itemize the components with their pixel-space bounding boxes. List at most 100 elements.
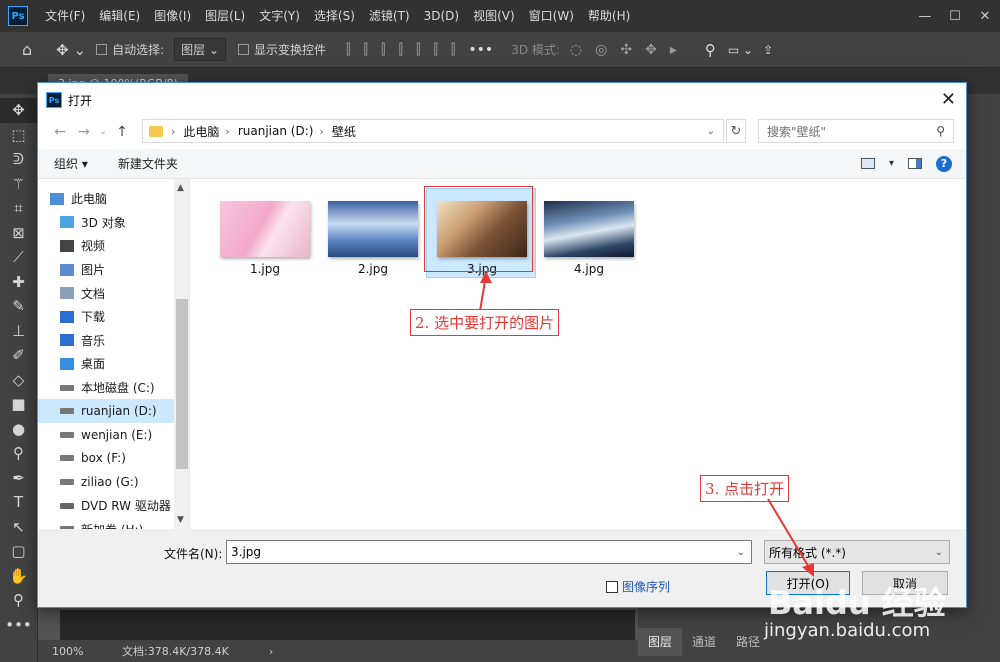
marquee-tool-icon[interactable]: ⬚ bbox=[0, 123, 37, 148]
nav-item[interactable]: 音乐 bbox=[60, 329, 189, 353]
hand-tool-icon[interactable]: ✋ bbox=[0, 564, 37, 589]
align-bottom-icon[interactable]: ⫿ bbox=[451, 42, 455, 58]
breadcrumb-this-pc[interactable]: 此电脑 bbox=[183, 123, 219, 140]
type-tool-icon[interactable]: T bbox=[0, 490, 37, 515]
scrollbar-thumb[interactable] bbox=[176, 299, 188, 469]
dialog-close-icon[interactable]: ✕ bbox=[941, 89, 956, 110]
address-bar[interactable]: › 此电脑 › ruanjian (D:) › 壁纸 ⌄ bbox=[142, 119, 724, 143]
eraser-icon[interactable]: ◇ bbox=[0, 368, 37, 393]
history-brush-icon[interactable]: ✐ bbox=[0, 343, 37, 368]
align-center-icon[interactable]: ⫿ bbox=[364, 42, 368, 58]
3d-roll-icon[interactable]: ◎ bbox=[595, 42, 607, 58]
menu-file[interactable]: 文件(F) bbox=[38, 0, 92, 32]
nav-item[interactable]: 桌面 bbox=[60, 352, 189, 376]
distribute-icon[interactable]: ⫿ bbox=[398, 42, 402, 58]
tab-channels[interactable]: 通道 bbox=[682, 628, 726, 656]
3d-slide-icon[interactable]: ✥ bbox=[645, 42, 657, 58]
filename-input[interactable]: 3.jpg ⌄ bbox=[226, 540, 752, 564]
menu-window[interactable]: 窗口(W) bbox=[522, 0, 581, 32]
minimize-icon[interactable]: — bbox=[910, 0, 940, 32]
up-icon[interactable]: ↑ bbox=[110, 124, 134, 140]
tab-layers[interactable]: 图层 bbox=[638, 628, 683, 656]
dodge-tool-icon[interactable]: ⚲ bbox=[0, 441, 37, 466]
menu-type[interactable]: 文字(Y) bbox=[252, 0, 307, 32]
nav-item[interactable]: ruanjian (D:) bbox=[38, 399, 189, 423]
path-select-icon[interactable]: ↖ bbox=[0, 515, 37, 540]
layer-select[interactable]: 图层 ⌄ bbox=[174, 38, 226, 61]
magic-wand-icon[interactable]: ⚚ bbox=[0, 172, 37, 197]
help-icon[interactable]: ? bbox=[936, 155, 952, 172]
eyedropper-icon[interactable]: ⟋ bbox=[0, 245, 37, 270]
chevron-down-icon[interactable]: ⌄ bbox=[737, 547, 745, 558]
menu-edit[interactable]: 编辑(E) bbox=[92, 0, 147, 32]
align-right-icon[interactable]: ⫿ bbox=[381, 42, 385, 58]
chevron-right-icon[interactable]: › bbox=[225, 125, 229, 138]
back-icon[interactable]: ← bbox=[48, 124, 72, 140]
blur-tool-icon[interactable]: ● bbox=[0, 417, 37, 442]
move-tool-icon[interactable]: ✥ bbox=[0, 98, 37, 123]
menu-help[interactable]: 帮助(H) bbox=[581, 0, 637, 32]
nav-item[interactable]: 此电脑 bbox=[50, 187, 189, 211]
nav-item[interactable]: 本地磁盘 (C:) bbox=[60, 376, 189, 400]
search-input[interactable]: 搜索"壁纸" ⚲ bbox=[758, 119, 954, 143]
search-icon[interactable]: ⚲ bbox=[705, 41, 716, 59]
chevron-right-icon[interactable]: › bbox=[171, 125, 175, 138]
menu-filter[interactable]: 滤镜(T) bbox=[362, 0, 417, 32]
chevron-down-icon[interactable]: ⌄ bbox=[707, 126, 715, 137]
nav-item[interactable]: wenjian (E:) bbox=[60, 423, 189, 447]
move-tool-icon[interactable]: ✥ ⌄ bbox=[56, 41, 86, 59]
file-item-1[interactable]: 1.jpg bbox=[210, 189, 320, 279]
image-sequence-checkbox[interactable]: 图像序列 bbox=[606, 578, 670, 595]
show-transform-checkbox[interactable]: 显示变换控件 bbox=[238, 41, 326, 58]
crop-tool-icon[interactable]: ⌗ bbox=[0, 196, 37, 221]
3d-video-icon[interactable]: ▸ bbox=[670, 42, 677, 58]
menu-image[interactable]: 图像(I) bbox=[147, 0, 198, 32]
nav-item[interactable]: DVD RW 驱动器 bbox=[60, 494, 189, 518]
align-middle-icon[interactable]: ⫿ bbox=[433, 42, 437, 58]
auto-select-checkbox[interactable]: 自动选择: bbox=[96, 41, 164, 58]
file-item-4[interactable]: 4.jpg bbox=[534, 189, 644, 279]
organize-button[interactable]: 组织 ▾ bbox=[54, 155, 88, 172]
view-dropdown-icon[interactable]: ▾ bbox=[889, 158, 894, 169]
nav-item[interactable]: 新加卷 (H:) bbox=[60, 517, 189, 529]
3d-rotate-icon[interactable]: ◌ bbox=[570, 42, 582, 58]
3d-pan-icon[interactable]: ✣ bbox=[620, 42, 632, 58]
more-tools-icon[interactable]: ••• bbox=[0, 613, 37, 638]
lasso-tool-icon[interactable]: ᕲ bbox=[0, 147, 37, 172]
nav-item[interactable]: 3D 对象 bbox=[60, 211, 189, 235]
menu-3d[interactable]: 3D(D) bbox=[417, 0, 466, 32]
align-left-icon[interactable]: ⫿ bbox=[346, 42, 350, 58]
new-folder-button[interactable]: 新建文件夹 bbox=[118, 155, 178, 172]
brush-tool-icon[interactable]: ✎ bbox=[0, 294, 37, 319]
more-icon[interactable]: ••• bbox=[468, 42, 493, 58]
share-icon[interactable]: ⇪ bbox=[763, 43, 773, 57]
nav-item[interactable]: ziliao (G:) bbox=[60, 470, 189, 494]
nav-item[interactable]: 下载 bbox=[60, 305, 189, 329]
recent-dropdown-icon[interactable]: ⌄ bbox=[96, 127, 110, 137]
scroll-up-icon[interactable]: ▲ bbox=[177, 183, 184, 193]
maximize-icon[interactable]: ☐ bbox=[940, 0, 970, 32]
frame-tool-icon[interactable]: ⊠ bbox=[0, 221, 37, 246]
home-icon[interactable]: ⌂ bbox=[22, 40, 32, 59]
checkbox-box[interactable] bbox=[606, 580, 618, 593]
view-mode-icon[interactable] bbox=[860, 158, 875, 169]
gradient-icon[interactable]: ■ bbox=[0, 392, 37, 417]
nav-item[interactable]: box (F:) bbox=[60, 447, 189, 471]
forward-icon[interactable]: → bbox=[72, 124, 96, 140]
menu-layer[interactable]: 图层(L) bbox=[198, 0, 252, 32]
nav-item[interactable]: 视频 bbox=[60, 234, 189, 258]
align-top-icon[interactable]: ⫿ bbox=[416, 42, 420, 58]
breadcrumb-folder[interactable]: 壁纸 bbox=[332, 123, 356, 140]
shape-tool-icon[interactable]: ▢ bbox=[0, 539, 37, 564]
file-item-2[interactable]: 2.jpg bbox=[318, 189, 428, 279]
menu-select[interactable]: 选择(S) bbox=[307, 0, 362, 32]
close-icon[interactable]: ✕ bbox=[970, 0, 1000, 32]
zoom-level[interactable]: 100% bbox=[52, 645, 112, 658]
status-arrow-icon[interactable]: › bbox=[269, 645, 273, 658]
menu-view[interactable]: 视图(V) bbox=[466, 0, 522, 32]
nav-scrollbar[interactable]: ▲ ▼ bbox=[174, 179, 189, 529]
refresh-icon[interactable]: ↻ bbox=[726, 119, 746, 143]
workspace-icon[interactable]: ▭ ⌄ bbox=[728, 43, 753, 57]
zoom-tool-icon[interactable]: ⚲ bbox=[0, 588, 37, 613]
preview-pane-icon[interactable] bbox=[908, 158, 922, 169]
